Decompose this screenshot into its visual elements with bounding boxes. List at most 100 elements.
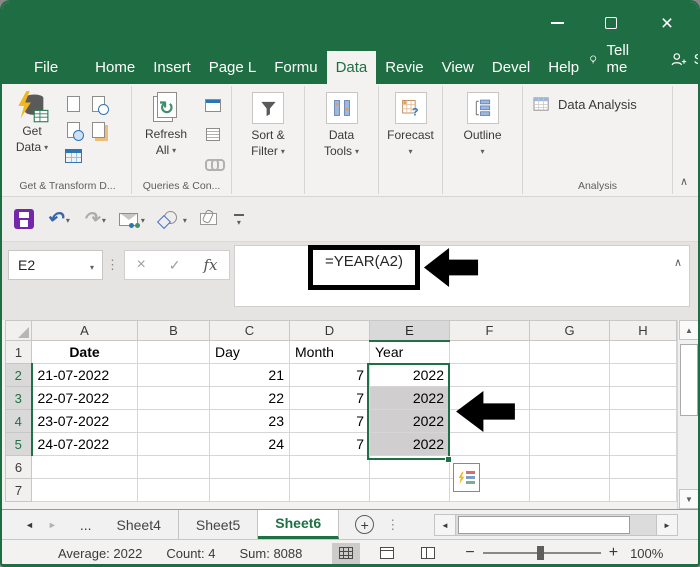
cell-d1[interactable]: Month <box>289 340 370 364</box>
cell-d5[interactable]: 7 <box>289 432 370 456</box>
cell-f1[interactable] <box>449 340 530 364</box>
share-button[interactable]: Share <box>670 51 698 68</box>
cell-b7[interactable] <box>137 478 210 502</box>
cell-a7[interactable] <box>31 478 138 502</box>
zoom-slider[interactable] <box>482 546 601 560</box>
cell-f3[interactable] <box>449 386 530 410</box>
vertical-scrollbar[interactable] <box>677 320 698 509</box>
cell-d3[interactable]: 7 <box>289 386 370 410</box>
forecast-button[interactable]: ? Forecast <box>379 92 442 159</box>
cell-b3[interactable] <box>137 386 210 410</box>
cell-c2[interactable]: 21 <box>209 363 290 387</box>
zoom-in-button[interactable]: + <box>609 544 618 562</box>
tell-me-button[interactable]: Tell me <box>588 42 636 76</box>
cell-a4[interactable]: 23-07-2022 <box>31 409 138 433</box>
column-header-e[interactable]: E <box>369 320 450 342</box>
minimize-button[interactable] <box>544 10 570 36</box>
vertical-scroll-thumb[interactable] <box>680 344 698 416</box>
normal-view-button[interactable] <box>332 542 361 564</box>
column-header-d[interactable]: D <box>289 320 370 341</box>
cancel-button[interactable]: × <box>136 256 145 274</box>
add-sheet-button[interactable]: + <box>355 515 375 534</box>
cell-g4[interactable] <box>529 409 610 433</box>
cell-g2[interactable] <box>529 363 610 387</box>
from-table-button[interactable] <box>62 144 84 167</box>
refresh-all-button[interactable]: Refresh All <box>138 92 194 158</box>
column-header-g[interactable]: G <box>529 320 610 341</box>
cell-c1[interactable]: Day <box>209 340 290 364</box>
cell-e3[interactable]: 2022 <box>369 386 450 410</box>
cell-d7[interactable] <box>289 478 370 502</box>
from-web-button[interactable] <box>62 118 84 141</box>
cell-g3[interactable] <box>529 386 610 410</box>
zoom-level[interactable]: 100% <box>630 546 663 561</box>
cell-d2[interactable]: 7 <box>289 363 370 387</box>
cell-f4[interactable] <box>449 409 530 433</box>
cell-h2[interactable] <box>609 363 677 387</box>
column-header-b[interactable]: B <box>137 320 210 341</box>
tab-review[interactable]: Revie <box>376 51 432 84</box>
column-header-c[interactable]: C <box>209 320 290 341</box>
formula-bar-input[interactable]: =YEAR(A2) <box>234 245 690 307</box>
cell-e7[interactable] <box>369 478 450 502</box>
zoom-out-button[interactable]: − <box>465 544 474 562</box>
cell-b1[interactable] <box>137 340 210 364</box>
scroll-left-button[interactable] <box>435 515 456 535</box>
cell-h4[interactable] <box>609 409 677 433</box>
cell-b6[interactable] <box>137 455 210 479</box>
data-tools-button[interactable]: Data Tools <box>305 92 378 159</box>
cell-c4[interactable]: 23 <box>209 409 290 433</box>
column-header-h[interactable]: H <box>609 320 677 341</box>
properties-button[interactable] <box>202 123 224 146</box>
cell-a3[interactable]: 22-07-2022 <box>31 386 138 410</box>
from-text-csv-button[interactable] <box>62 92 84 115</box>
tab-developer[interactable]: Devel <box>483 51 539 84</box>
edit-links-button[interactable] <box>202 152 225 175</box>
maximize-button[interactable] <box>598 10 624 36</box>
sheet-tab-sheet6[interactable]: Sheet6 <box>258 510 340 539</box>
column-header-a[interactable]: A <box>31 320 138 341</box>
cell-g7[interactable] <box>529 478 610 502</box>
row-header-4[interactable]: 4 <box>5 409 33 433</box>
fill-handle[interactable] <box>445 456 452 463</box>
cell-d6[interactable] <box>289 455 370 479</box>
attach-button[interactable] <box>199 213 217 225</box>
cell-e2-active[interactable]: 2022 <box>369 363 450 387</box>
cell-h7[interactable] <box>609 478 677 502</box>
cell-f2[interactable] <box>449 363 530 387</box>
cell-g1[interactable] <box>529 340 610 364</box>
expand-formula-bar-icon[interactable] <box>674 253 682 271</box>
sheet-nav-right-button[interactable] <box>41 510 64 539</box>
tab-formulas[interactable]: Formu <box>265 51 326 84</box>
close-button[interactable]: × <box>654 10 680 36</box>
cell-g5[interactable] <box>529 432 610 456</box>
cell-h5[interactable] <box>609 432 677 456</box>
cell-e4[interactable]: 2022 <box>369 409 450 433</box>
cell-c7[interactable] <box>209 478 290 502</box>
horizontal-scrollbar[interactable] <box>434 514 678 536</box>
tab-data[interactable]: Data <box>326 51 377 84</box>
cell-a5[interactable]: 24-07-2022 <box>31 432 138 456</box>
get-data-button[interactable]: Get Data <box>8 90 56 155</box>
tab-insert[interactable]: Insert <box>144 51 200 84</box>
page-layout-view-button[interactable] <box>373 543 401 564</box>
horizontal-scroll-thumb[interactable] <box>458 516 630 534</box>
row-header-2[interactable]: 2 <box>5 363 33 387</box>
cell-a6[interactable] <box>31 455 138 479</box>
cell-b2[interactable] <box>137 363 210 387</box>
cell-e5[interactable]: 2022 <box>369 432 450 456</box>
cell-a1[interactable]: Date <box>31 340 138 364</box>
cell-h6[interactable] <box>609 455 677 479</box>
enter-button[interactable]: ✓ <box>169 257 181 274</box>
cell-d4[interactable]: 7 <box>289 409 370 433</box>
row-header-1[interactable]: 1 <box>5 340 32 364</box>
cell-a2[interactable]: 21-07-2022 <box>31 363 138 387</box>
queries-connections-button[interactable] <box>202 94 224 117</box>
save-button[interactable] <box>14 209 34 229</box>
scroll-down-button[interactable] <box>679 489 698 509</box>
recent-sources-button[interactable] <box>87 92 109 115</box>
scroll-right-button[interactable] <box>656 515 677 535</box>
collapse-ribbon-icon[interactable] <box>680 172 688 190</box>
sheet-overflow-button[interactable]: ... <box>72 510 100 539</box>
cell-c3[interactable]: 22 <box>209 386 290 410</box>
